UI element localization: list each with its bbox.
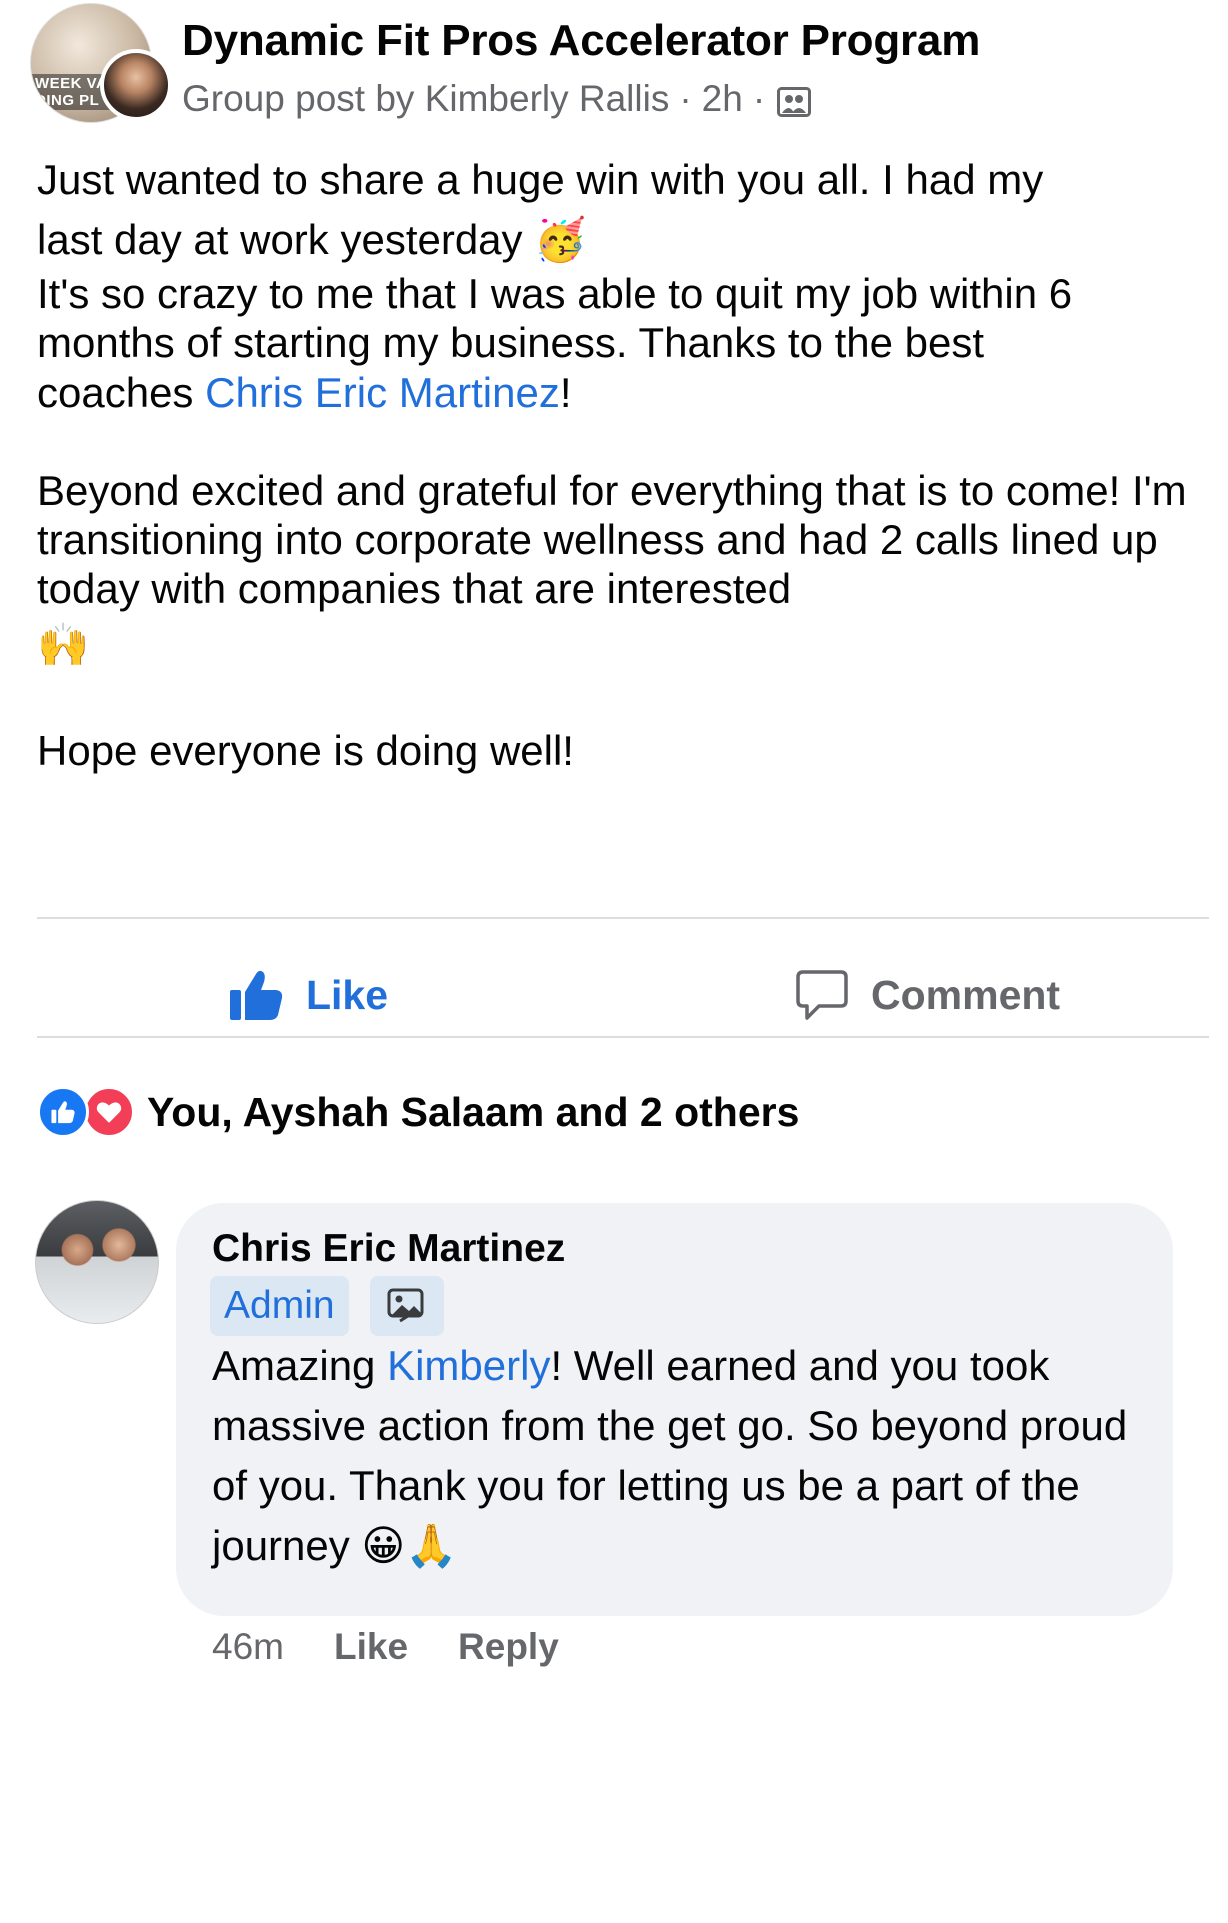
post-text-fragment: coaches <box>37 369 206 416</box>
mention-link[interactable]: Chris Eric Martinez <box>205 369 560 416</box>
thumbs-up-icon <box>230 970 283 1020</box>
like-button[interactable]: Like <box>228 965 388 1025</box>
reactions-text: You, Ayshah Salaam and 2 others <box>147 1088 800 1135</box>
group-avatar[interactable]: WEEK VA DING PL <box>30 3 172 123</box>
reaction-icons <box>37 1086 137 1138</box>
comment-meta: 46m Like Reply <box>212 1626 609 1668</box>
raising-hands-emoji: 🙌 <box>37 620 90 669</box>
comment-button[interactable]: Comment <box>795 965 1060 1025</box>
divider <box>37 917 1209 919</box>
mention-link[interactable]: Kimberly <box>387 1342 550 1389</box>
post-kind: Group post by <box>182 78 415 119</box>
post-text-fragment: last day at work yesterday <box>37 216 523 263</box>
post-line: months of starting my business. Thanks t… <box>37 319 985 366</box>
separator-dot: · <box>679 78 692 119</box>
separator-dot-2: · <box>752 78 766 119</box>
love-reaction-icon <box>83 1086 135 1138</box>
media-badge <box>370 1276 444 1336</box>
comment-time[interactable]: 46m <box>212 1626 284 1668</box>
group-name[interactable]: Dynamic Fit Pros Accelerator Program <box>182 16 980 66</box>
post-text-fragment: Beyond excited and grateful for everythi… <box>37 467 1187 612</box>
post-paragraph: Beyond excited and grateful for everythi… <box>37 466 1197 677</box>
photo-comment-icon <box>387 1288 424 1323</box>
commenter-name[interactable]: Chris Eric Martinez <box>212 1227 565 1271</box>
commenter-avatar[interactable] <box>35 1200 159 1324</box>
partying-face-emoji: 🥳 <box>534 215 587 264</box>
comment-paragraph: Amazing Kimberly! Well earned and you to… <box>212 1336 1152 1576</box>
grinning-pray-emoji: 😀🙏 <box>361 1521 458 1570</box>
post-body: Just wanted to share a huge win with you… <box>37 150 1207 781</box>
reactions-summary[interactable]: You, Ayshah Salaam and 2 others <box>37 1086 799 1138</box>
author-avatar[interactable] <box>100 49 172 121</box>
comment-bubble-icon <box>796 970 848 1020</box>
comment-like-button[interactable]: Like <box>334 1626 408 1668</box>
group-icon <box>777 84 812 117</box>
like-label: Like <box>306 971 389 1018</box>
post-paragraph: Hope everyone is doing well! <box>37 727 574 774</box>
comment-label: Comment <box>871 971 1061 1018</box>
post-text-fragment: ! <box>559 369 572 416</box>
post-subline: Group post by Kimberly Rallis · 2h · <box>182 78 812 120</box>
comment-reply-button[interactable]: Reply <box>458 1626 559 1668</box>
like-reaction-icon <box>37 1086 89 1138</box>
post-time[interactable]: 2h <box>702 78 743 120</box>
post-line: coaches Chris Eric Martinez! <box>37 368 1207 418</box>
post-line: It's so crazy to me that I was able to q… <box>37 270 1073 317</box>
admin-badge: Admin <box>210 1276 349 1336</box>
divider <box>37 1036 1209 1038</box>
author-name[interactable]: Kimberly Rallis <box>425 78 670 120</box>
comment-text-fragment: Amazing <box>212 1342 388 1389</box>
comment-body: Amazing Kimberly! Well earned and you to… <box>212 1336 1152 1576</box>
post-line: last day at work yesterday 🥳 <box>37 210 1207 270</box>
post-line: Just wanted to share a huge win with you… <box>37 156 1044 203</box>
